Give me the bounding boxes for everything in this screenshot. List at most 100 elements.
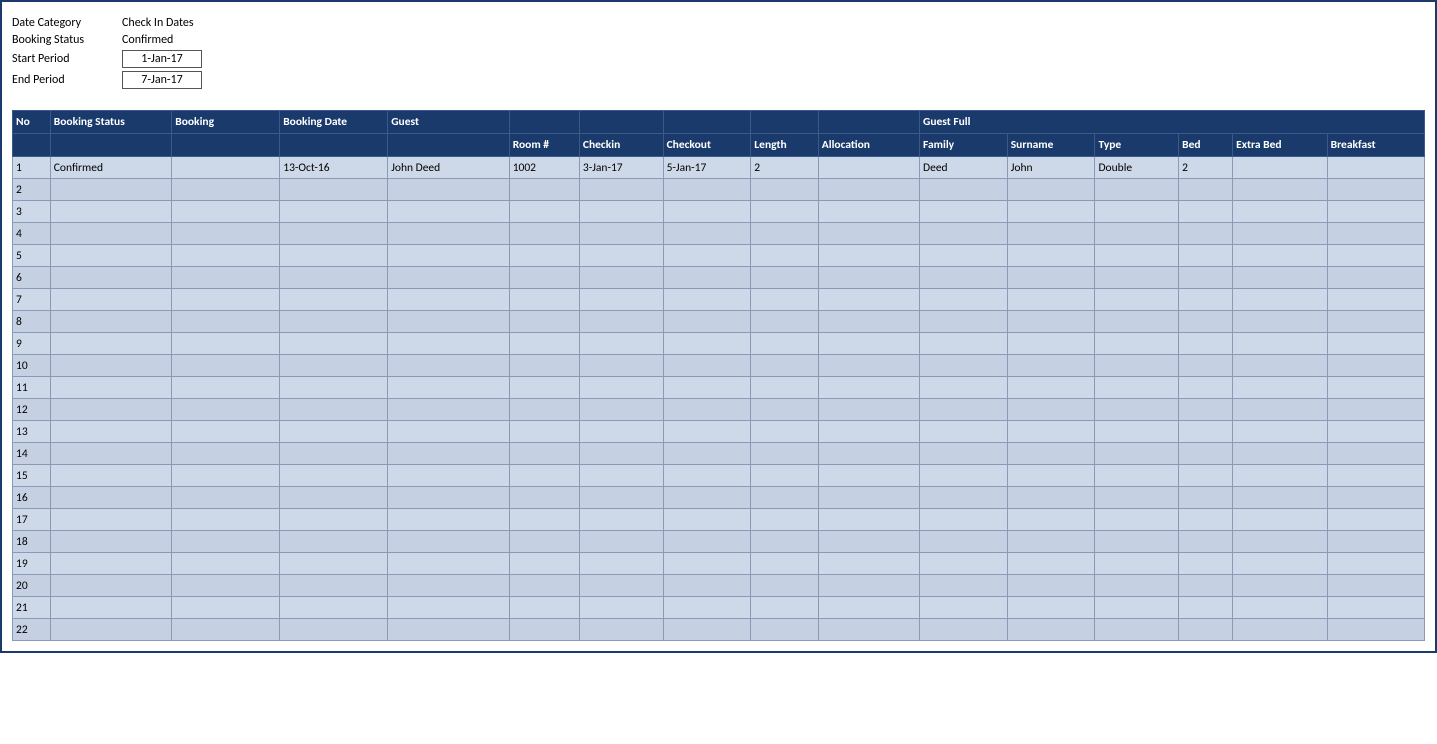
col-header-guest-full: Guest Full bbox=[920, 111, 1425, 134]
cell-checkout bbox=[663, 553, 751, 575]
cell-surname bbox=[1007, 223, 1095, 245]
cell-checkin bbox=[579, 487, 663, 509]
table-row: 16 bbox=[13, 487, 1425, 509]
cell-guest bbox=[388, 267, 509, 289]
cell-bed bbox=[1179, 597, 1233, 619]
cell-checkout bbox=[663, 179, 751, 201]
cell-type bbox=[1095, 487, 1179, 509]
cell-family bbox=[920, 311, 1008, 333]
cell-type bbox=[1095, 443, 1179, 465]
booking-status-label: Booking Status bbox=[12, 33, 122, 47]
cell-extrabed bbox=[1233, 443, 1327, 465]
cell-bed bbox=[1179, 377, 1233, 399]
cell-length bbox=[751, 355, 818, 377]
cell-allocation bbox=[818, 553, 919, 575]
cell-length bbox=[751, 531, 818, 553]
cell-type bbox=[1095, 311, 1179, 333]
cell-checkout bbox=[663, 443, 751, 465]
cell-no: 21 bbox=[13, 597, 51, 619]
cell-booking bbox=[172, 531, 280, 553]
cell-room bbox=[509, 223, 579, 245]
col-header-empty4 bbox=[751, 111, 818, 134]
table-row: 20 bbox=[13, 575, 1425, 597]
cell-checkin bbox=[579, 465, 663, 487]
cell-bookdate bbox=[280, 619, 388, 641]
cell-no: 14 bbox=[13, 443, 51, 465]
cell-bookdate bbox=[280, 465, 388, 487]
cell-booking bbox=[172, 201, 280, 223]
cell-allocation bbox=[818, 179, 919, 201]
bookings-table: No Booking Status Booking Booking Date G… bbox=[12, 110, 1425, 641]
cell-length bbox=[751, 311, 818, 333]
cell-breakfast bbox=[1327, 377, 1424, 399]
cell-type bbox=[1095, 355, 1179, 377]
cell-surname bbox=[1007, 179, 1095, 201]
cell-surname: John bbox=[1007, 157, 1095, 179]
table-row: 7 bbox=[13, 289, 1425, 311]
col-subheader-bookdate bbox=[280, 134, 388, 157]
cell-room bbox=[509, 355, 579, 377]
col-subheader-checkin: Checkin bbox=[579, 134, 663, 157]
end-period-row: End Period 7-Jan-17 bbox=[12, 71, 1425, 89]
cell-allocation bbox=[818, 531, 919, 553]
cell-booking bbox=[172, 619, 280, 641]
cell-booking bbox=[172, 289, 280, 311]
cell-bed bbox=[1179, 443, 1233, 465]
cell-family bbox=[920, 509, 1008, 531]
cell-breakfast bbox=[1327, 245, 1424, 267]
cell-bookdate bbox=[280, 377, 388, 399]
cell-breakfast bbox=[1327, 597, 1424, 619]
col-subheader-allocation: Allocation bbox=[818, 134, 919, 157]
cell-checkin bbox=[579, 597, 663, 619]
cell-breakfast bbox=[1327, 465, 1424, 487]
cell-family bbox=[920, 399, 1008, 421]
col-header-empty1 bbox=[509, 111, 579, 134]
cell-checkin bbox=[579, 289, 663, 311]
cell-no: 7 bbox=[13, 289, 51, 311]
cell-extrabed bbox=[1233, 157, 1327, 179]
cell-booking bbox=[172, 443, 280, 465]
cell-booking bbox=[172, 311, 280, 333]
cell-no: 10 bbox=[13, 355, 51, 377]
cell-breakfast bbox=[1327, 443, 1424, 465]
cell-extrabed bbox=[1233, 377, 1327, 399]
cell-bed: 2 bbox=[1179, 157, 1233, 179]
cell-extrabed bbox=[1233, 465, 1327, 487]
cell-type bbox=[1095, 267, 1179, 289]
cell-no: 16 bbox=[13, 487, 51, 509]
table-row: 8 bbox=[13, 311, 1425, 333]
cell-guest bbox=[388, 531, 509, 553]
col-header-empty3 bbox=[663, 111, 751, 134]
cell-checkout bbox=[663, 333, 751, 355]
cell-bed bbox=[1179, 311, 1233, 333]
cell-no: 8 bbox=[13, 311, 51, 333]
cell-room bbox=[509, 465, 579, 487]
cell-room bbox=[509, 509, 579, 531]
cell-guest bbox=[388, 377, 509, 399]
cell-length bbox=[751, 575, 818, 597]
cell-booking bbox=[172, 487, 280, 509]
start-period-value: 1-Jan-17 bbox=[122, 50, 202, 68]
cell-checkin bbox=[579, 333, 663, 355]
cell-extrabed bbox=[1233, 531, 1327, 553]
cell-length bbox=[751, 443, 818, 465]
cell-bed bbox=[1179, 399, 1233, 421]
col-header-booking-status: Booking Status bbox=[50, 111, 171, 134]
table-row: 17 bbox=[13, 509, 1425, 531]
table-row: 15 bbox=[13, 465, 1425, 487]
cell-bookdate bbox=[280, 597, 388, 619]
cell-room bbox=[509, 377, 579, 399]
cell-breakfast bbox=[1327, 311, 1424, 333]
cell-family bbox=[920, 465, 1008, 487]
cell-family bbox=[920, 355, 1008, 377]
cell-room bbox=[509, 619, 579, 641]
cell-family bbox=[920, 223, 1008, 245]
cell-family bbox=[920, 421, 1008, 443]
cell-checkout bbox=[663, 487, 751, 509]
cell-surname bbox=[1007, 443, 1095, 465]
cell-status: Confirmed bbox=[50, 157, 171, 179]
col-header-empty2 bbox=[579, 111, 663, 134]
cell-checkin bbox=[579, 509, 663, 531]
col-header-no: No bbox=[13, 111, 51, 134]
cell-bookdate bbox=[280, 245, 388, 267]
